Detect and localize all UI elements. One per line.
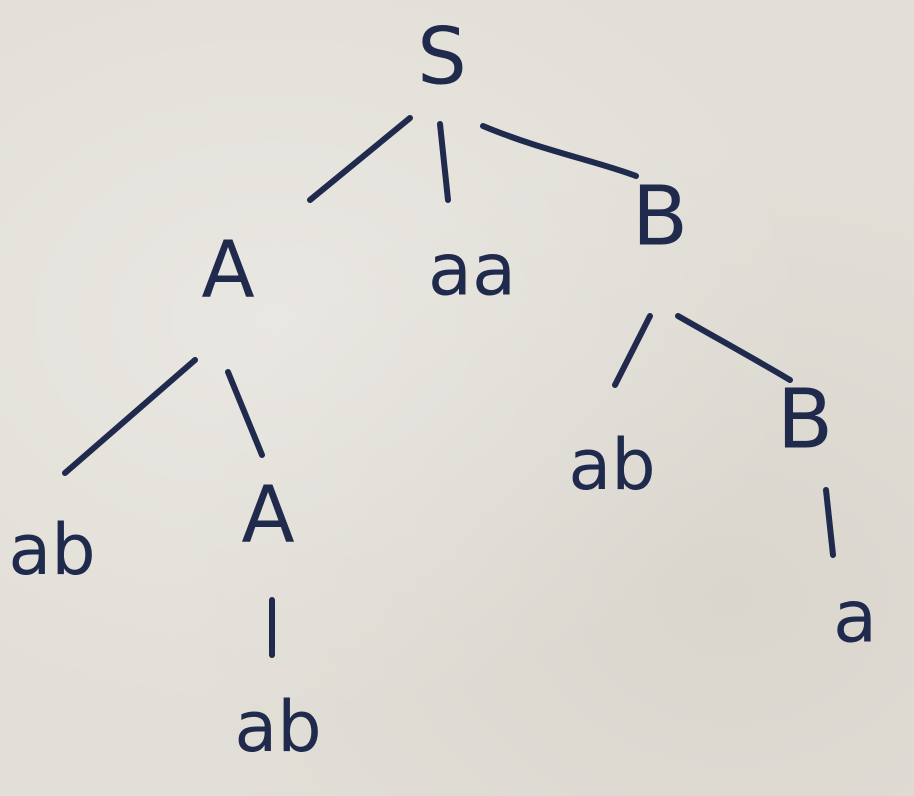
node-ab-left: ab bbox=[8, 509, 95, 591]
node-b: B bbox=[632, 169, 688, 264]
node-aa: aa bbox=[428, 228, 516, 312]
node-inner-b: B bbox=[777, 372, 833, 467]
edge-inner-b-to-a bbox=[823, 487, 836, 558]
edge-s-to-b bbox=[480, 123, 639, 179]
node-a: A bbox=[201, 225, 254, 315]
node-a-leaf: a bbox=[833, 575, 877, 659]
node-ab-right: ab bbox=[568, 424, 655, 506]
node-inner-a: A bbox=[241, 470, 294, 560]
paper-background: S A aa B ab A ab ab B a bbox=[0, 0, 914, 796]
edge-a-to-ab bbox=[62, 357, 198, 476]
parse-tree-diagram: S A aa B ab A ab ab B a bbox=[8, 12, 877, 768]
tree-edges bbox=[62, 115, 836, 658]
node-s: S bbox=[417, 12, 467, 102]
edge-b-to-b bbox=[675, 313, 793, 383]
edge-s-to-a bbox=[307, 115, 413, 203]
edge-s-to-aa bbox=[437, 121, 451, 203]
node-ab-bottom: ab bbox=[234, 686, 321, 768]
edge-b-to-ab bbox=[612, 313, 653, 388]
edge-a-to-a bbox=[225, 369, 265, 458]
